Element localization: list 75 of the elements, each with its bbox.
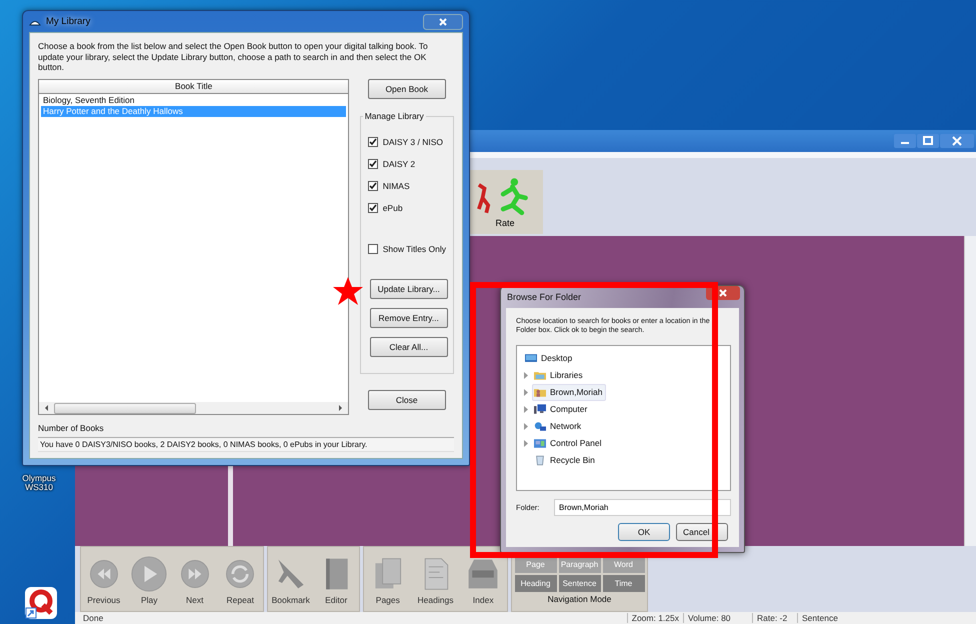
expand-arrow-icon[interactable] — [524, 388, 528, 396]
folder-icon — [534, 370, 546, 381]
checkbox-label[interactable]: DAISY 2 — [382, 159, 416, 169]
folder-input[interactable]: Brown,Moriah — [554, 498, 731, 516]
status-text: Done — [82, 613, 104, 623]
maximize-icon[interactable] — [917, 134, 939, 148]
arrow-left-icon[interactable] — [45, 405, 48, 411]
window-title: Browse For Folder — [507, 292, 582, 302]
scrollbar[interactable] — [964, 236, 976, 546]
expand-arrow-icon[interactable] — [524, 440, 528, 447]
computer-icon — [534, 404, 546, 415]
checkbox-label[interactable]: DAISY 3 / NISO — [382, 137, 444, 147]
instructions-text: Choose a book from the list below and select the Open Book button to open your digital talking book. To update your library, select the Update Library button, choose a path to search in and then select the OK button. — [38, 41, 429, 73]
star-icon — [333, 276, 363, 306]
column-header[interactable]: Book Title — [39, 80, 348, 93]
close-icon[interactable] — [940, 134, 974, 148]
previous-button[interactable]: Previous — [81, 547, 126, 611]
open-book-button[interactable]: Open Book — [368, 79, 446, 99]
expand-arrow-icon[interactable] — [524, 422, 528, 430]
checkbox-label[interactable]: Show Titles Only — [382, 244, 446, 254]
checkbox[interactable] — [368, 137, 378, 147]
scrollbar-thumb[interactable] — [54, 402, 196, 414]
play-icon — [131, 556, 168, 592]
minimize-icon[interactable] — [894, 134, 916, 148]
expand-arrow-icon[interactable] — [524, 372, 528, 379]
status-field: Rate: -2 — [752, 613, 797, 623]
expand-arrow-icon[interactable] — [524, 406, 528, 413]
status-field: Zoom: 1.25x — [626, 613, 683, 623]
window-title: My Library — [46, 16, 92, 28]
app-shortcut-icon[interactable] — [24, 586, 58, 620]
tree-item[interactable]: Desktop — [523, 350, 576, 367]
scrollbar[interactable] — [39, 402, 348, 414]
monitor-icon — [525, 352, 537, 364]
summary-label: Number of Books — [38, 423, 105, 433]
tree-item[interactable]: Control Panel — [532, 434, 606, 452]
play-button[interactable]: Play — [126, 547, 172, 611]
close-icon[interactable] — [423, 14, 463, 30]
trash-icon — [534, 454, 546, 466]
user-folder-icon — [534, 386, 546, 398]
library-action-button[interactable]: Update Library... — [370, 279, 448, 299]
network-icon — [534, 420, 546, 432]
tree-item[interactable]: Libraries — [532, 366, 587, 384]
library-action-button[interactable]: Clear All... — [370, 337, 448, 357]
tree-item[interactable]: Computer — [532, 400, 592, 418]
repeat-button[interactable]: Repeat — [218, 547, 263, 611]
summary-text: You have 0 DAISY3/NISO books, 2 DAISY2 books, 0 NIMAS books, 0 ePubs in your Library. — [38, 437, 454, 452]
tree-item[interactable]: Network — [532, 418, 586, 435]
navigation-mode-button[interactable]: Heading — [514, 575, 556, 592]
arrow-right-icon[interactable] — [339, 405, 342, 411]
shortcut-label[interactable]: Olympus WS310 — [17, 474, 61, 493]
control-panel-icon — [534, 438, 546, 449]
status-field: Sentence — [797, 613, 866, 623]
headings-button[interactable]: Headings — [412, 547, 460, 611]
editor-button[interactable]: Editor — [314, 547, 359, 611]
checkbox[interactable] — [368, 181, 378, 191]
checkbox-label[interactable]: NIMAS — [382, 181, 410, 191]
group-label: Manage Library — [362, 111, 426, 121]
bookmark-button[interactable]: Bookmark — [268, 547, 314, 611]
dialog-button[interactable]: OK — [618, 522, 670, 541]
tree-item[interactable]: Brown,Moriah — [532, 384, 606, 401]
rate-button[interactable]: Rate — [467, 170, 543, 234]
checkbox[interactable] — [368, 159, 378, 169]
pages-button[interactable]: Pages — [364, 547, 412, 611]
close-button[interactable]: Close — [368, 390, 446, 410]
status-field: Volume: 80 — [683, 613, 752, 623]
checkbox[interactable] — [368, 244, 378, 254]
navigation-mode-button[interactable]: Sentence — [558, 575, 600, 592]
library-action-button[interactable]: Remove Entry... — [370, 308, 448, 328]
group-label: Navigation Mode — [548, 594, 612, 604]
next-button[interactable]: Next — [172, 547, 218, 611]
tree-item[interactable]: Recycle Bin — [532, 452, 599, 469]
checkbox[interactable] — [368, 203, 378, 213]
checkbox-label[interactable]: ePub — [382, 203, 403, 213]
navigation-mode-button[interactable]: Time — [602, 575, 644, 592]
book-row[interactable]: Biology, Seventh Edition — [41, 95, 346, 106]
